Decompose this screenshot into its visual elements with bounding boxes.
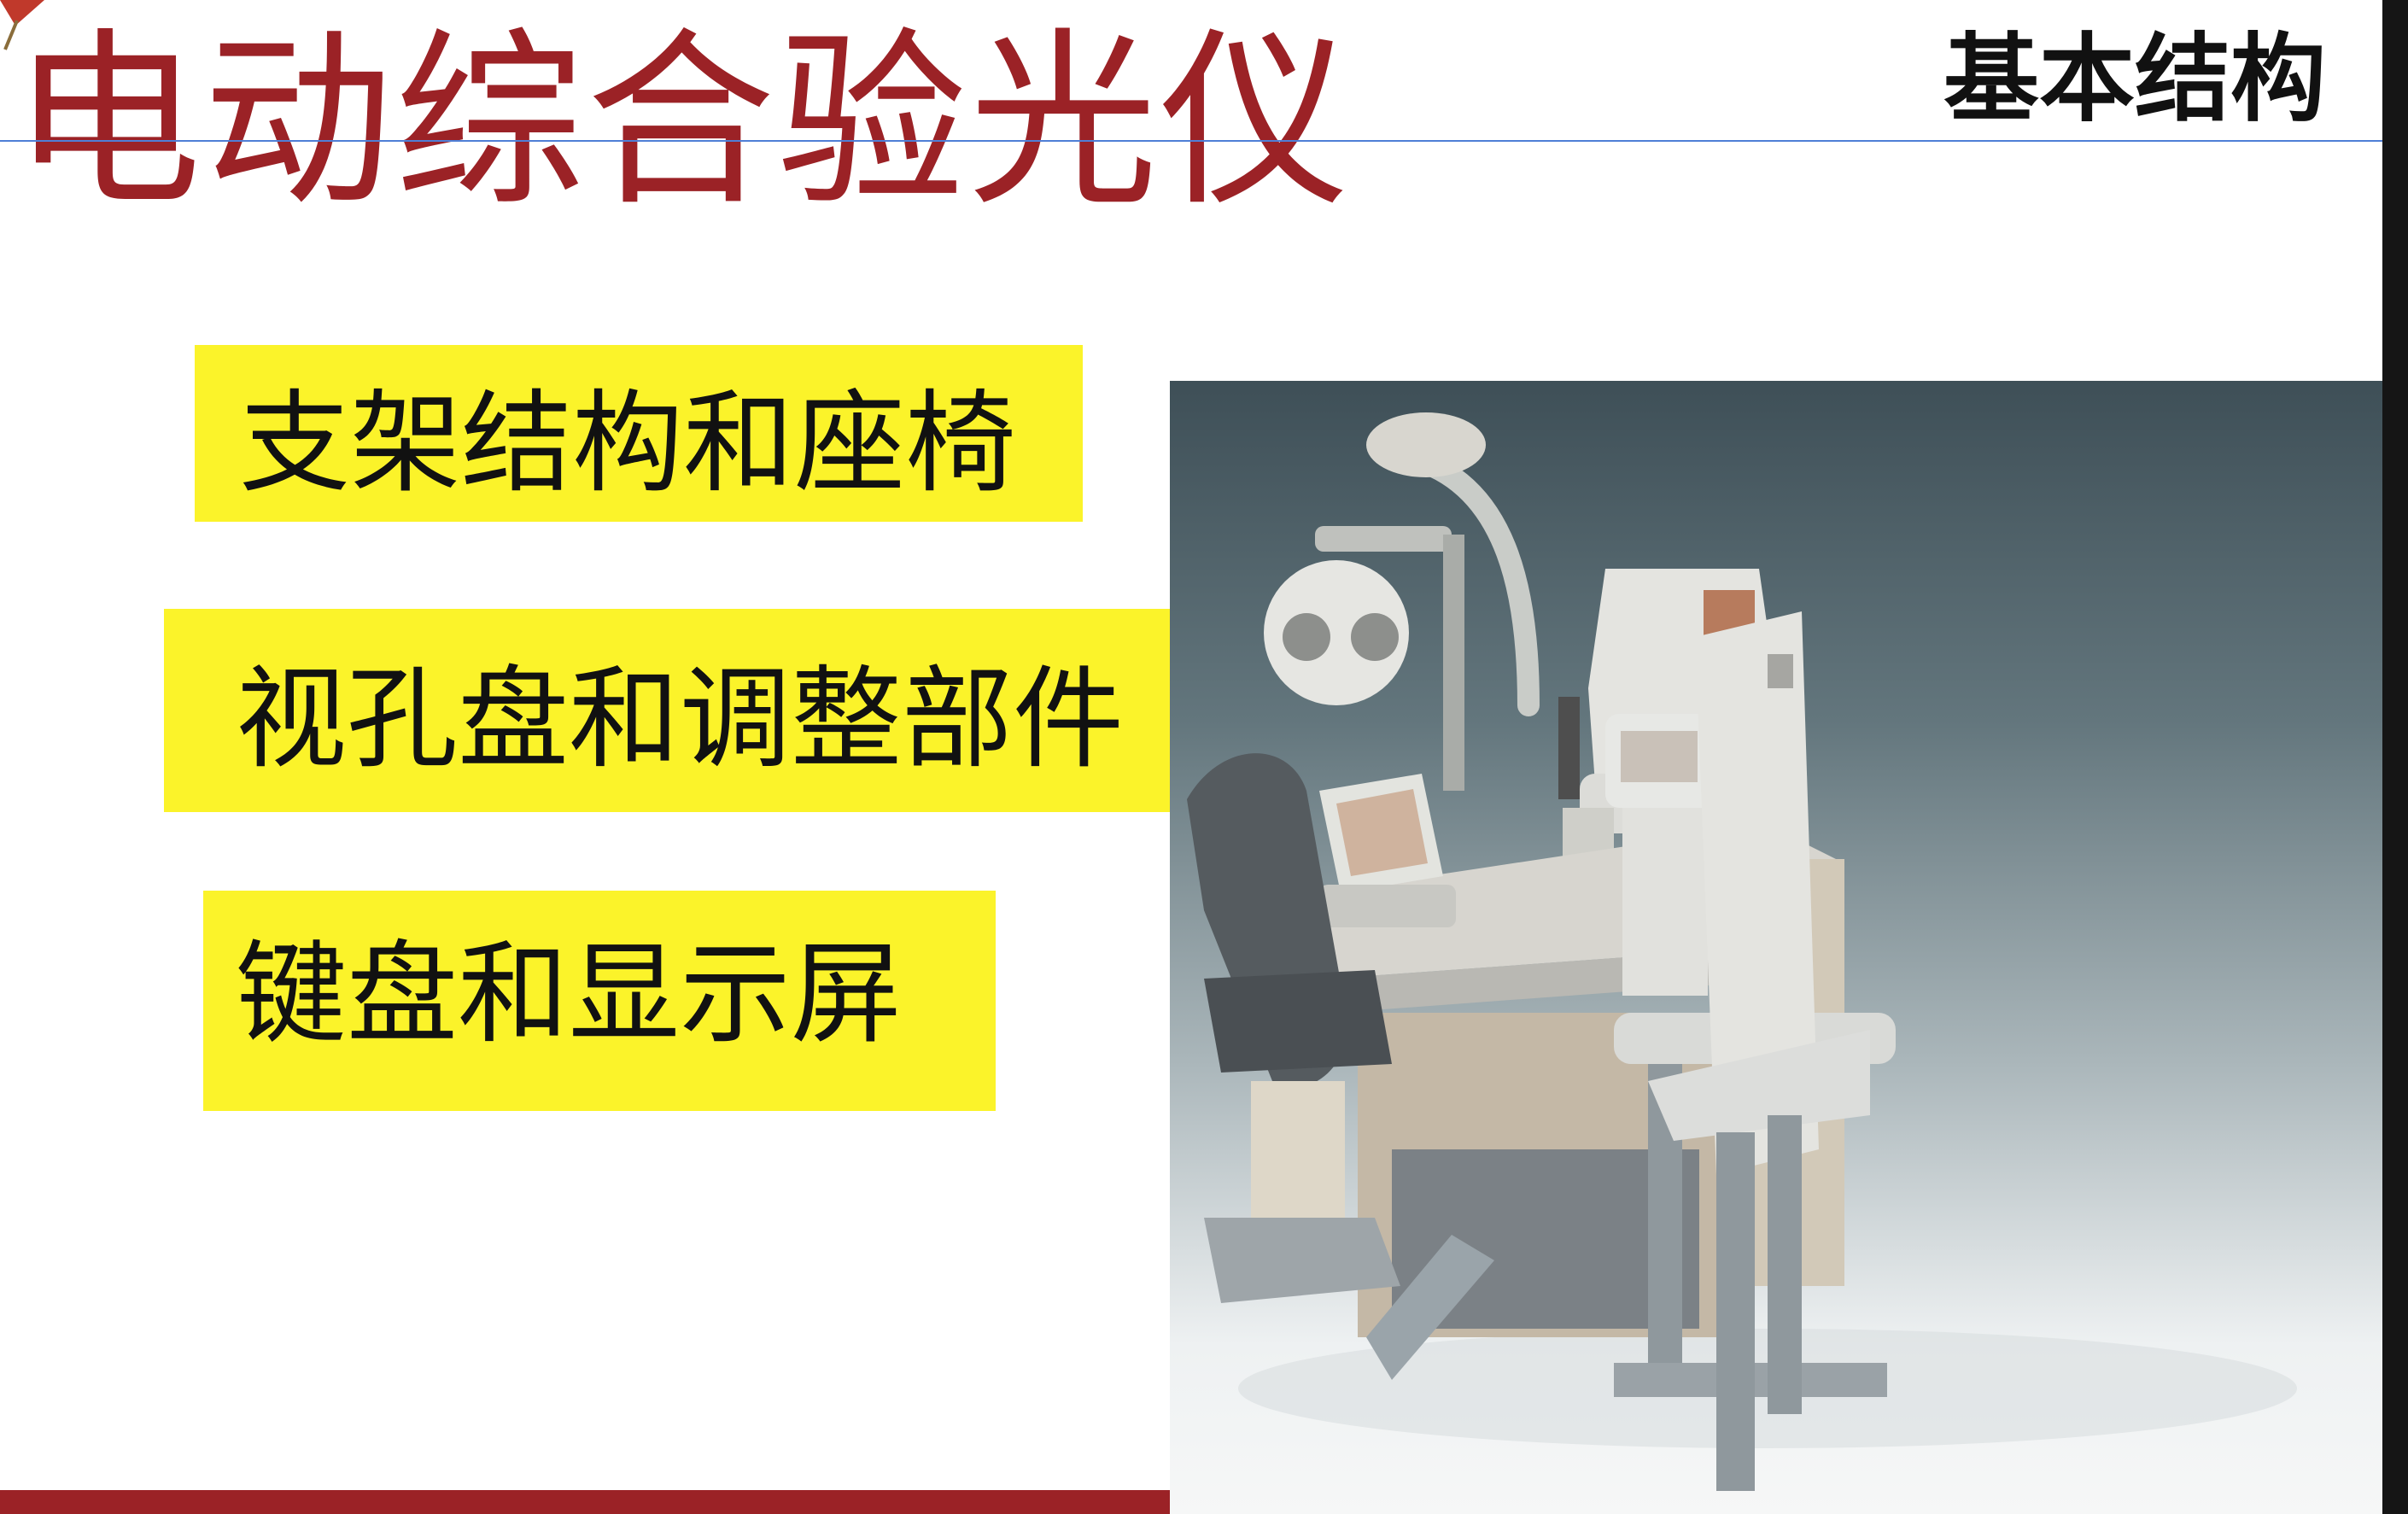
section-heading: 基本结构: [1943, 24, 2326, 135]
phoropter-workstation-photo: [1170, 381, 2382, 1514]
footer-bar: [0, 1490, 1170, 1514]
slide-title: 电动综合验光仪: [12, 12, 1351, 232]
slide: 电动综合验光仪 基本结构 支架结构和座椅 视孔盘和调整部件 键盘和显示屏: [0, 0, 2408, 1514]
title-underline-rule: [0, 140, 2382, 142]
bullet-phoropter-and-adjustment: 视孔盘和调整部件: [164, 609, 1175, 812]
bullet-keyboard-and-display: 键盘和显示屏: [203, 891, 996, 1111]
phoropter-workstation-illustration: [1187, 412, 2297, 1491]
right-edge-border: [2382, 0, 2408, 1514]
bullet-frame-and-chair: 支架结构和座椅: [195, 345, 1083, 522]
